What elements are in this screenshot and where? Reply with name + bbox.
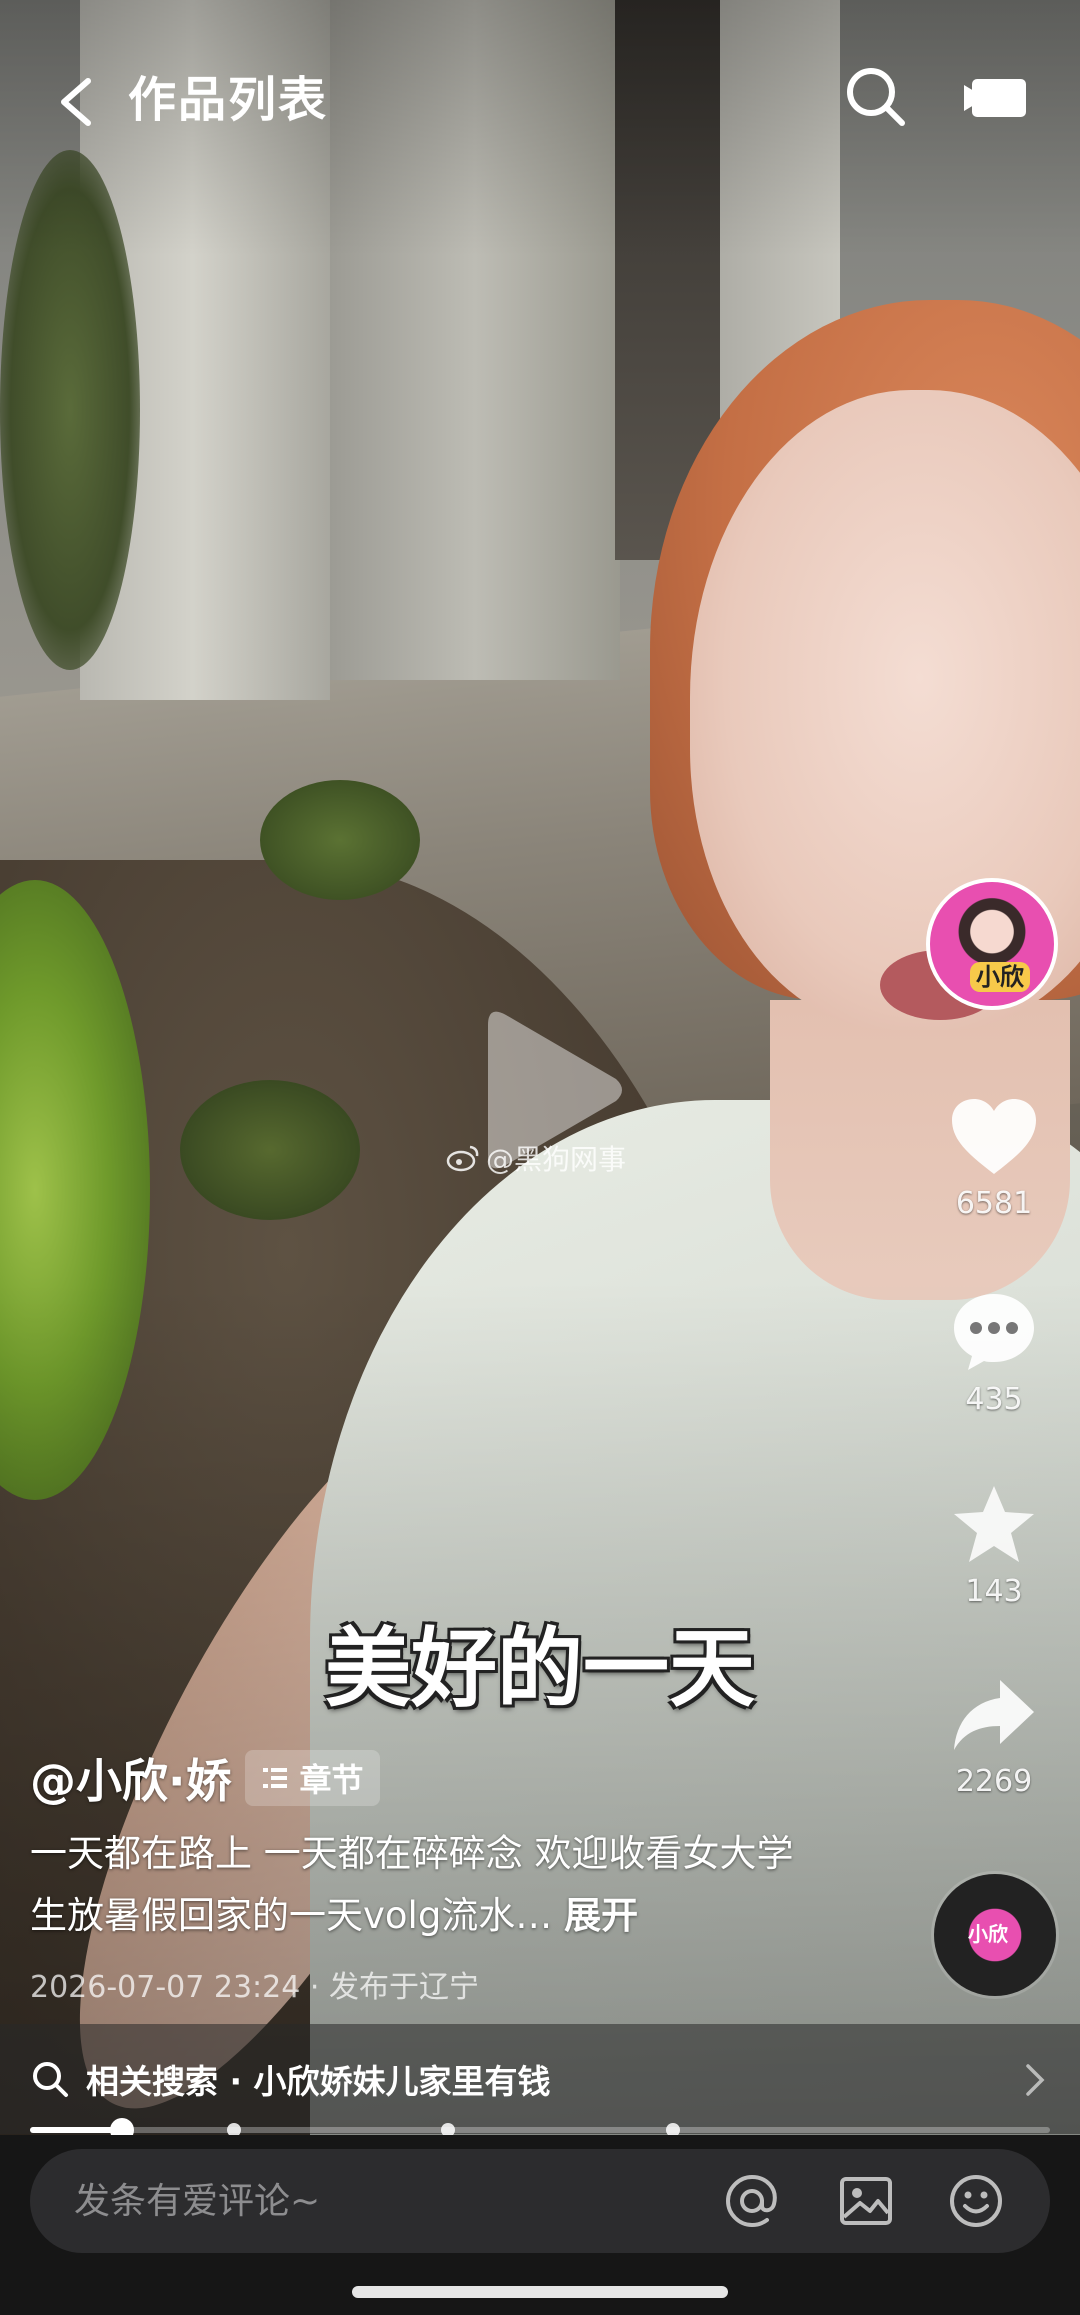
- author-name[interactable]: @小欣·娇: [30, 1745, 231, 1811]
- video-camera-icon: [964, 79, 1026, 117]
- chapter-label: 章节: [299, 1761, 364, 1799]
- related-search-query: 小欣娇妹儿家里有钱: [253, 2062, 551, 2101]
- list-icon: [263, 1768, 288, 1788]
- emoji-icon: [950, 2175, 1002, 2227]
- related-search-text: 相关搜索 · 小欣娇妹儿家里有钱: [86, 2055, 551, 2103]
- share-arrow-icon: [954, 1680, 1034, 1750]
- weibo-icon: [446, 1145, 479, 1172]
- comment-input[interactable]: [74, 2149, 694, 2253]
- mention-button[interactable]: [722, 2171, 782, 2231]
- chevron-left-icon: [61, 78, 91, 126]
- emoji-button[interactable]: [946, 2171, 1006, 2231]
- music-disc[interactable]: 小欣: [934, 1874, 1056, 1996]
- image-button[interactable]: [836, 2171, 896, 2231]
- back-button[interactable]: [48, 67, 108, 137]
- comment-button[interactable]: 435: [924, 1290, 1064, 1417]
- chapter-button[interactable]: 章节: [245, 1750, 380, 1806]
- video-camera-button[interactable]: [962, 73, 1028, 123]
- comment-count: 435: [965, 1382, 1023, 1417]
- like-button[interactable]: 6581: [924, 1096, 1064, 1221]
- music-disc-label: 小欣: [968, 1922, 1008, 1946]
- avatar-label: 小欣: [970, 962, 1030, 992]
- bottom-comment-area: [0, 2135, 1080, 2315]
- post-meta: 2026-07-07 23:24 · 发布于辽宁: [30, 1962, 479, 2006]
- progress-fill: [30, 2127, 122, 2133]
- comment-bar: [30, 2149, 1050, 2253]
- share-count: 2269: [955, 1764, 1033, 1799]
- post-description[interactable]: 一天都在路上 一天都在碎碎念 欢迎收看女大学生放暑假回家的一天volg流水… 展…: [30, 1823, 810, 1947]
- description-text: 一天都在路上 一天都在碎碎念 欢迎收看女大学生放暑假回家的一天volg流水…: [30, 1832, 794, 1937]
- at-sign-icon: [725, 2174, 777, 2228]
- search-icon: [847, 68, 905, 126]
- image-icon: [840, 2177, 892, 2225]
- watermark-text: @黑狗网事: [486, 1143, 627, 1176]
- comment-icon: [954, 1294, 1034, 1370]
- post-location: 发布于辽宁: [328, 1970, 479, 2005]
- related-search-label: 相关搜索: [86, 2062, 218, 2101]
- author-row: @小欣·娇 章节: [30, 1745, 380, 1811]
- video-progress-bar[interactable]: [30, 2118, 1050, 2142]
- post-datetime: 2026-07-07 23:24: [30, 1970, 301, 2005]
- search-icon: [33, 2062, 68, 2097]
- watermark: @黑狗网事: [446, 1138, 626, 1178]
- page-title: 作品列表: [128, 72, 329, 128]
- top-bar: 作品列表: [0, 55, 1080, 145]
- heart-icon: [952, 1099, 1036, 1174]
- favorite-count: 143: [965, 1574, 1023, 1609]
- progress-track: [30, 2127, 1050, 2133]
- chevron-right-icon: [1026, 2064, 1045, 2096]
- author-avatar[interactable]: 小欣: [926, 878, 1058, 1010]
- expand-link[interactable]: 展开: [564, 1894, 638, 1937]
- meta-separator: ·: [309, 1970, 329, 2005]
- favorite-button[interactable]: 143: [924, 1482, 1064, 1609]
- share-button[interactable]: 2269: [924, 1676, 1064, 1799]
- home-indicator[interactable]: [352, 2286, 728, 2298]
- related-search-bar[interactable]: 相关搜索 · 小欣娇妹儿家里有钱: [0, 2024, 1080, 2134]
- related-separator: ·: [229, 2062, 254, 2101]
- search-button[interactable]: [842, 63, 908, 129]
- video-subtitle: 美好的一天: [325, 1619, 755, 1719]
- star-icon: [954, 1486, 1034, 1562]
- like-count: 6581: [955, 1186, 1033, 1221]
